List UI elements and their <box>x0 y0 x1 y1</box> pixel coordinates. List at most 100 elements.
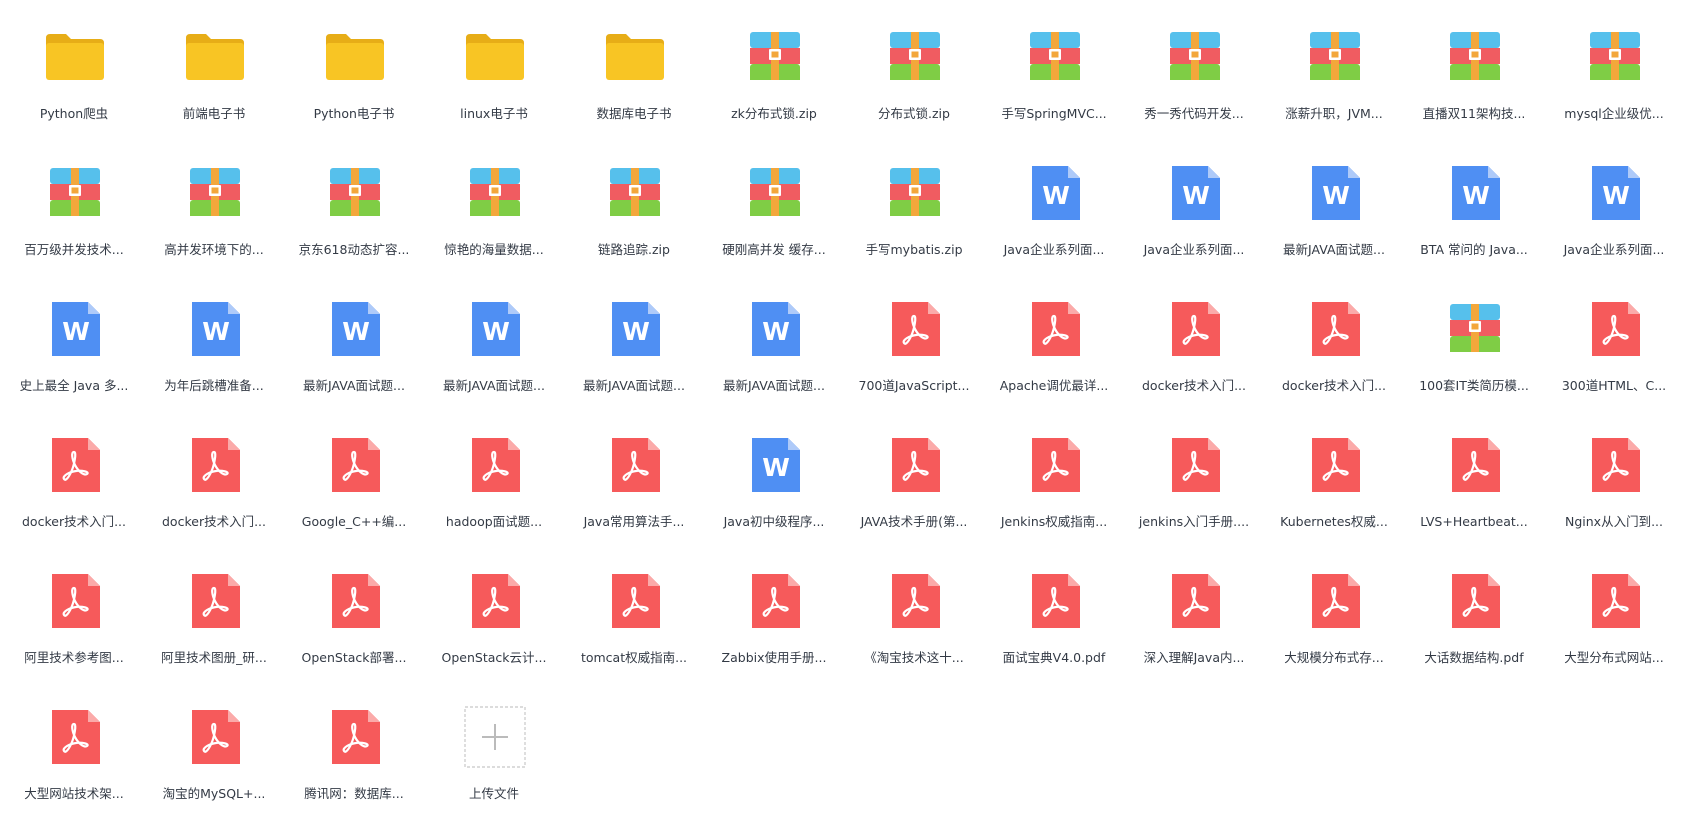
svg-text:W: W <box>1602 181 1630 210</box>
file-name-label: BTA 常问的 Java... <box>1420 242 1528 257</box>
file-name-label: 大型分布式网站... <box>1564 650 1664 665</box>
file-name-label: 手写mybatis.zip <box>865 242 963 257</box>
svg-text:W: W <box>202 317 230 346</box>
file-item[interactable]: 惊艳的海量数据... <box>424 142 564 272</box>
file-item[interactable]: 深入理解Java内... <box>1124 550 1264 680</box>
file-item[interactable]: docker技术入门... <box>4 414 144 544</box>
file-item[interactable]: W 最新JAVA面试题... <box>284 278 424 408</box>
pdf-icon <box>182 704 248 770</box>
file-name-label: Jenkins权威指南... <box>1000 514 1108 529</box>
file-item[interactable]: Jenkins权威指南... <box>984 414 1124 544</box>
file-grid: Python爬虫 前端电子书 Python电子书 linux电子书 数据库电子书 zk分布… <box>0 0 1698 838</box>
file-item[interactable]: W BTA 常问的 Java... <box>1404 142 1544 272</box>
file-item[interactable]: docker技术入门... <box>1124 278 1264 408</box>
svg-text:W: W <box>1462 181 1490 210</box>
file-item[interactable]: W 为年后跳槽准备... <box>144 278 284 408</box>
file-item[interactable]: 硬刚高并发 缓存... <box>704 142 844 272</box>
file-item[interactable]: 面试宝典V4.0.pdf <box>984 550 1124 680</box>
file-item[interactable]: Python电子书 <box>284 6 424 136</box>
pdf-icon <box>1302 296 1368 362</box>
file-item[interactable]: JAVA技术手册(第... <box>844 414 984 544</box>
file-name-label: 阿里技术参考图... <box>24 650 124 665</box>
file-name-label: 阿里技术图册_研... <box>161 650 267 665</box>
archive-icon <box>742 160 808 226</box>
file-item[interactable]: docker技术入门... <box>1264 278 1404 408</box>
file-item[interactable]: Nginx从入门到... <box>1544 414 1684 544</box>
file-item[interactable]: tomcat权威指南... <box>564 550 704 680</box>
folder-icon <box>322 24 388 90</box>
file-item[interactable]: jenkins入门手册.... <box>1124 414 1264 544</box>
word-doc-icon: W <box>322 296 388 362</box>
file-item[interactable]: 300道HTML、C... <box>1544 278 1684 408</box>
file-name-label: 面试宝典V4.0.pdf <box>1002 650 1106 665</box>
file-item[interactable]: OpenStack部署... <box>284 550 424 680</box>
pdf-icon <box>1442 432 1508 498</box>
file-item[interactable]: W Java初中级程序... <box>704 414 844 544</box>
file-item[interactable]: 京东618动态扩容... <box>284 142 424 272</box>
file-item[interactable]: 腾讯网：数据库... <box>284 686 424 816</box>
file-item[interactable]: LVS+Heartbeat... <box>1404 414 1544 544</box>
file-item[interactable]: 分布式锁.zip <box>844 6 984 136</box>
file-name-label: Java常用算法手... <box>583 514 685 529</box>
file-item[interactable]: W 史上最全 Java 多... <box>4 278 144 408</box>
file-item[interactable]: docker技术入门... <box>144 414 284 544</box>
file-item[interactable]: 高并发环境下的... <box>144 142 284 272</box>
file-name-label: 史上最全 Java 多... <box>19 378 129 393</box>
file-item[interactable]: W 最新JAVA面试题... <box>704 278 844 408</box>
file-item[interactable]: mysql企业级优... <box>1544 6 1684 136</box>
pdf-icon <box>1022 568 1088 634</box>
file-item[interactable]: 700道JavaScript... <box>844 278 984 408</box>
file-item[interactable]: 数据库电子书 <box>564 6 704 136</box>
word-doc-icon: W <box>1022 160 1088 226</box>
file-item[interactable]: 链路追踪.zip <box>564 142 704 272</box>
file-name-label: OpenStack云计... <box>441 650 547 665</box>
pdf-icon <box>462 568 528 634</box>
file-item[interactable]: Python爬虫 <box>4 6 144 136</box>
file-item[interactable]: W Java企业系列面... <box>1124 142 1264 272</box>
file-item[interactable]: 百万级并发技术... <box>4 142 144 272</box>
pdf-icon <box>42 568 108 634</box>
file-item[interactable]: Zabbix使用手册... <box>704 550 844 680</box>
file-item[interactable]: Google_C++编... <box>284 414 424 544</box>
file-item[interactable]: 秀一秀代码开发... <box>1124 6 1264 136</box>
pdf-icon <box>1162 568 1228 634</box>
archive-icon <box>462 160 528 226</box>
file-name-label: 分布式锁.zip <box>878 106 950 121</box>
file-name-label: 大型网站技术架... <box>24 786 124 801</box>
pdf-icon <box>882 568 948 634</box>
file-name-label: 大话数据结构.pdf <box>1424 650 1524 665</box>
file-item[interactable]: W 最新JAVA面试题... <box>564 278 704 408</box>
archive-icon <box>882 24 948 90</box>
file-item[interactable]: 淘宝的MySQL+... <box>144 686 284 816</box>
file-item[interactable]: linux电子书 <box>424 6 564 136</box>
file-item[interactable]: W Java企业系列面... <box>984 142 1124 272</box>
file-item[interactable]: 手写SpringMVC... <box>984 6 1124 136</box>
file-item[interactable]: 手写mybatis.zip <box>844 142 984 272</box>
file-item[interactable]: W 最新JAVA面试题... <box>424 278 564 408</box>
pdf-icon <box>322 704 388 770</box>
file-item[interactable]: 直播双11架构技... <box>1404 6 1544 136</box>
file-item[interactable]: 阿里技术参考图... <box>4 550 144 680</box>
file-name-label: 淘宝的MySQL+... <box>162 786 266 801</box>
file-item[interactable]: 大规模分布式存... <box>1264 550 1404 680</box>
file-name-label: hadoop面试题... <box>445 514 543 529</box>
file-item[interactable]: OpenStack云计... <box>424 550 564 680</box>
file-item[interactable]: hadoop面试题... <box>424 414 564 544</box>
file-item[interactable]: 大话数据结构.pdf <box>1404 550 1544 680</box>
pdf-icon <box>42 704 108 770</box>
file-item[interactable]: 《淘宝技术这十... <box>844 550 984 680</box>
file-item[interactable]: 涨薪升职，JVM... <box>1264 6 1404 136</box>
file-item[interactable]: zk分布式锁.zip <box>704 6 844 136</box>
folder-icon <box>182 24 248 90</box>
file-item[interactable]: W 最新JAVA面试题... <box>1264 142 1404 272</box>
file-item[interactable]: 前端电子书 <box>144 6 284 136</box>
file-item[interactable]: 100套IT类简历模... <box>1404 278 1544 408</box>
file-item[interactable]: Java常用算法手... <box>564 414 704 544</box>
upload-file-button[interactable]: 上传文件 <box>424 686 564 816</box>
file-item[interactable]: Apache调优最详... <box>984 278 1124 408</box>
file-item[interactable]: 阿里技术图册_研... <box>144 550 284 680</box>
file-item[interactable]: W Java企业系列面... <box>1544 142 1684 272</box>
file-item[interactable]: Kubernetes权威... <box>1264 414 1404 544</box>
file-item[interactable]: 大型分布式网站... <box>1544 550 1684 680</box>
file-item[interactable]: 大型网站技术架... <box>4 686 144 816</box>
